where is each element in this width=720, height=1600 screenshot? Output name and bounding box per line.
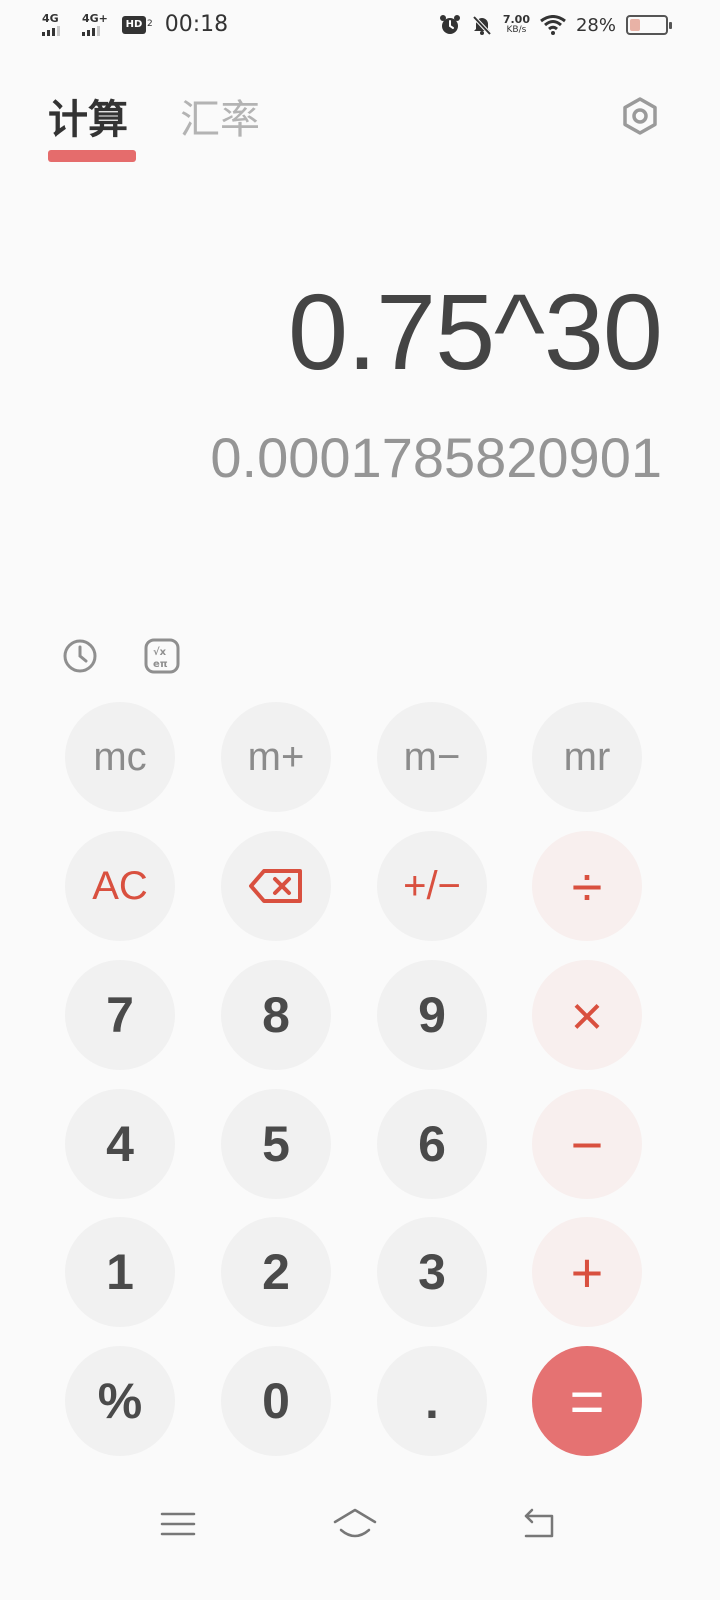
digit-0-button[interactable]: 0 [221,1346,331,1456]
digit-6-button[interactable]: 6 [377,1089,487,1199]
digit-4-button[interactable]: 4 [65,1089,175,1199]
digit-9-button[interactable]: 9 [377,960,487,1070]
equals-button[interactable]: = [532,1346,642,1456]
battery-icon [626,15,672,35]
network-speed: 7.00 KB/s [502,13,530,35]
digit-7-button[interactable]: 7 [65,960,175,1070]
memory-add-label: m+ [247,734,305,779]
sim2-signal: 4G+ [82,13,112,36]
digit-3-label: 3 [418,1244,446,1300]
tab-calculate[interactable]: 计算 [48,94,136,162]
tab-exchange-rate[interactable]: 汇率 [180,94,260,146]
divide-label: ÷ [571,854,603,918]
digit-0-label: 0 [262,1373,290,1429]
plus-minus-label: +/− [403,863,461,908]
hd-voice-icon: HD 2 [122,15,153,34]
battery-fill [630,19,640,31]
network-speed-unit: KB/s [506,25,527,35]
settings-gear-icon[interactable] [620,96,660,136]
result-display: 0.0001785820901 [210,426,662,489]
digit-1-label: 1 [106,1244,134,1300]
minus-button[interactable]: − [532,1089,642,1199]
digit-2-label: 2 [262,1244,290,1300]
backspace-icon [249,869,302,903]
digit-2-button[interactable]: 2 [221,1217,331,1327]
scientific-functions-icon[interactable]: √x eπ [142,636,182,676]
sim2-network-type: 4G+ [82,12,108,25]
all-clear-button[interactable]: AC [65,831,175,941]
memory-clear-label: mc [93,734,147,779]
sim1-network-type: 4G [42,12,59,25]
status-bar: 4G 4G+ HD 2 00:18 7.00 KB/s 28% [0,0,720,58]
backspace-button[interactable] [221,831,331,941]
digit-8-button[interactable]: 8 [221,960,331,1070]
expression-display: 0.75^30 [287,271,663,392]
signal-bars-icon [82,25,100,36]
history-clock-icon[interactable] [60,636,100,676]
mode-tabs: 计算 汇率 [48,94,260,162]
memory-subtract-label: m− [403,734,461,779]
wifi-icon [540,15,566,35]
all-clear-label: AC [92,863,148,908]
battery-percent: 28% [575,14,616,36]
memory-subtract-button[interactable]: m− [377,702,487,812]
digit-9-label: 9 [418,987,446,1043]
back-icon[interactable] [518,1504,558,1544]
hd-sub-label: 2 [147,19,153,29]
svg-text:eπ: eπ [153,659,168,670]
equals-label: = [569,1367,605,1435]
alarm-icon [439,15,460,34]
memory-recall-label: mr [563,734,611,779]
svg-text:√x: √x [153,646,167,658]
digit-1-button[interactable]: 1 [65,1217,175,1327]
memory-clear-button[interactable]: mc [65,702,175,812]
digit-4-label: 4 [106,1116,134,1172]
home-icon[interactable] [332,1504,378,1544]
memory-recall-button[interactable]: mr [532,702,642,812]
menu-icon[interactable] [158,1504,198,1544]
plus-label: + [570,1240,604,1304]
multiply-button[interactable]: × [532,960,642,1070]
digit-5-label: 5 [262,1116,290,1172]
percent-button[interactable]: % [65,1346,175,1456]
digit-7-label: 7 [106,987,134,1043]
divide-button[interactable]: ÷ [532,831,642,941]
plus-button[interactable]: + [532,1217,642,1327]
sim1-signal: 4G [42,13,72,36]
digit-6-label: 6 [418,1116,446,1172]
calculator-screen: 4G 4G+ HD 2 00:18 7.00 KB/s 28% 计算 汇率 0.… [0,0,720,1600]
signal-bars-icon [42,25,60,36]
mute-bell-icon [472,15,492,36]
decimal-point-button[interactable]: . [377,1346,487,1456]
status-bar-right: 7.00 KB/s 28% [439,13,672,36]
network-speed-value: 7.00 [502,13,530,26]
tab-exchange-rate-label: 汇率 [180,97,260,143]
status-bar-left: 4G 4G+ HD 2 00:18 [42,12,228,37]
minus-label: − [570,1112,604,1176]
active-tab-indicator [48,150,136,162]
memory-add-button[interactable]: m+ [221,702,331,812]
plus-minus-button[interactable]: +/− [377,831,487,941]
decimal-point-label: . [425,1373,439,1429]
digit-5-button[interactable]: 5 [221,1089,331,1199]
tab-calculate-label: 计算 [48,97,128,143]
multiply-label: × [570,983,604,1047]
digit-3-button[interactable]: 3 [377,1217,487,1327]
hd-label: HD [122,15,146,34]
percent-label: % [97,1373,143,1429]
clock-time: 00:18 [164,12,229,37]
digit-8-label: 8 [262,987,290,1043]
